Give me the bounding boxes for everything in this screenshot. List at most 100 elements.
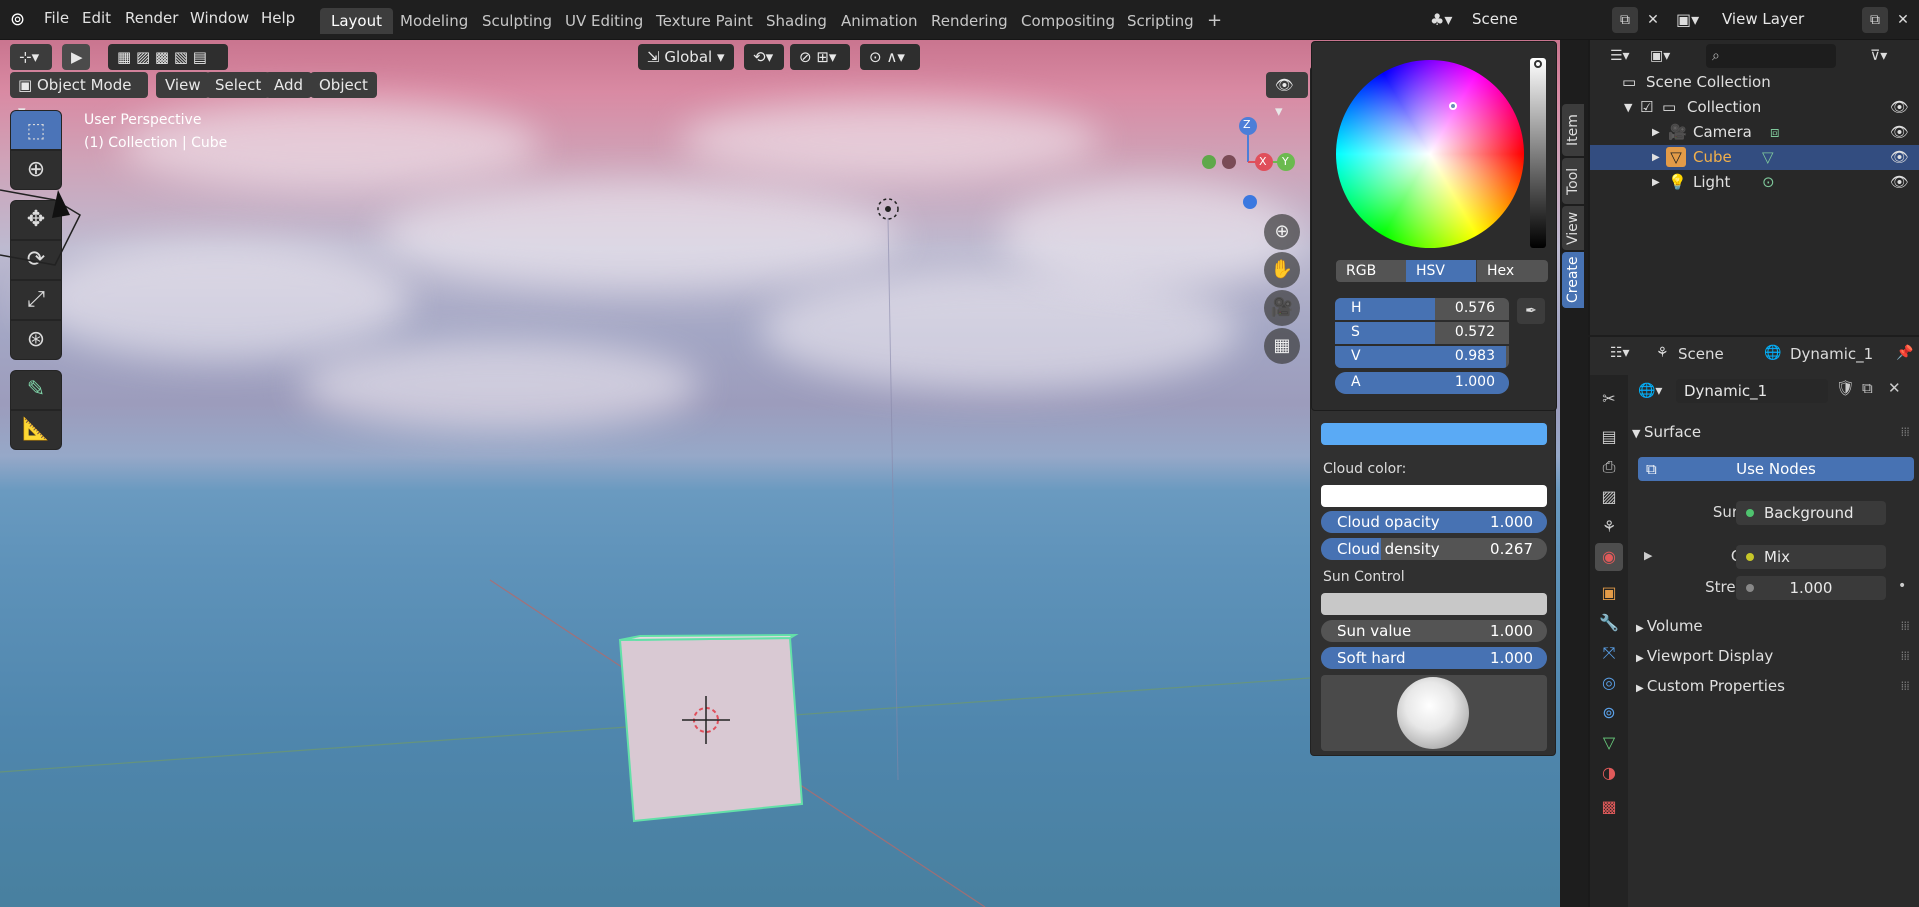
outliner-row-scene-collection[interactable]: ▭ Scene Collection bbox=[1590, 70, 1919, 95]
sidebar-tab-tool[interactable]: Tool bbox=[1562, 158, 1584, 204]
drag-handle-icon[interactable]: ⁞⁞⁞ bbox=[1901, 679, 1911, 693]
add-workspace-button[interactable]: + bbox=[1196, 8, 1233, 34]
custom-properties-section-header[interactable]: ▶ Custom Properties bbox=[1636, 677, 1785, 695]
world-browse-icon[interactable]: 🌐▾ bbox=[1638, 379, 1670, 403]
render-properties-icon[interactable]: ▤ bbox=[1595, 423, 1623, 451]
hue-saturation-wheel[interactable] bbox=[1336, 60, 1524, 248]
tab-animation[interactable]: Animation bbox=[830, 8, 928, 34]
sidebar-tab-view[interactable]: View bbox=[1562, 206, 1584, 250]
menu-file[interactable]: File bbox=[44, 9, 69, 27]
physics-properties-icon[interactable]: ◎ bbox=[1595, 669, 1623, 697]
navigation-gizmo[interactable]: Z X Y bbox=[1200, 114, 1310, 214]
view-layer-icon[interactable]: ▣▾ bbox=[1676, 8, 1710, 32]
hue-slider[interactable]: H 0.576 bbox=[1335, 298, 1509, 320]
value-slider[interactable]: V 0.983 bbox=[1335, 346, 1509, 368]
menu-edit[interactable]: Edit bbox=[82, 9, 111, 27]
object-properties-icon[interactable]: ▣ bbox=[1595, 579, 1623, 607]
expand-arrow-icon[interactable]: ▼ bbox=[1624, 95, 1632, 120]
mesh-data-icon[interactable]: ▽ bbox=[1762, 145, 1774, 170]
output-properties-icon[interactable]: ⎙ bbox=[1595, 453, 1623, 481]
new-scene-icon[interactable]: ⧉ bbox=[1612, 7, 1638, 33]
light-data-icon[interactable]: ⊙ bbox=[1762, 170, 1775, 195]
checkbox-icon[interactable]: ☑ bbox=[1640, 95, 1653, 120]
soft-hard-slider[interactable]: Soft hard 1.000 bbox=[1321, 647, 1547, 669]
drag-handle-icon[interactable]: ⁞⁞⁞ bbox=[1901, 619, 1911, 633]
tab-compositing[interactable]: Compositing bbox=[1010, 8, 1126, 34]
color-wheel-cursor[interactable] bbox=[1449, 102, 1457, 110]
sky-color-swatch[interactable] bbox=[1321, 423, 1547, 445]
camera-data-icon[interactable]: ⧈ bbox=[1770, 120, 1780, 145]
properties-world-name[interactable]: Dynamic_1 bbox=[1790, 345, 1873, 363]
color-input-field[interactable]: Mix bbox=[1736, 545, 1886, 569]
outliner-search-input[interactable]: ⌕ bbox=[1706, 44, 1836, 68]
camera-view-icon[interactable]: 🎥 bbox=[1264, 290, 1300, 326]
fake-user-shield-icon[interactable]: 🛡 bbox=[1836, 379, 1855, 397]
menu-help[interactable]: Help bbox=[261, 9, 295, 27]
expand-arrow-icon[interactable]: ▶ bbox=[1652, 145, 1660, 170]
view-layer-properties-icon[interactable]: ▨ bbox=[1595, 483, 1623, 511]
expand-arrow-icon[interactable]: ▶ bbox=[1652, 120, 1660, 145]
drag-handle-icon[interactable]: ⁞⁞⁞ bbox=[1901, 425, 1911, 439]
world-name-field[interactable]: Dynamic_1 bbox=[1676, 379, 1828, 403]
constraint-properties-icon[interactable]: ⊚ bbox=[1595, 699, 1623, 727]
unlink-world-icon[interactable]: ✕ bbox=[1888, 379, 1901, 397]
pin-icon[interactable]: 📌 bbox=[1896, 345, 1913, 361]
close-scene-icon[interactable]: ✕ bbox=[1640, 7, 1666, 33]
outliner-row-collection[interactable]: ▼ ☑ ▭ Collection 👁 bbox=[1590, 95, 1919, 120]
tab-scripting[interactable]: Scripting bbox=[1116, 8, 1205, 34]
data-properties-icon[interactable]: ▽ bbox=[1595, 729, 1623, 757]
sidebar-tab-create[interactable]: Create bbox=[1562, 252, 1584, 308]
blender-logo-icon[interactable]: ⊚ bbox=[10, 9, 32, 31]
ortho-grid-icon[interactable]: ▦ bbox=[1264, 328, 1300, 364]
sun-color-swatch[interactable] bbox=[1321, 593, 1547, 615]
color-expand-arrow-icon[interactable]: ▶ bbox=[1644, 549, 1652, 562]
particle-properties-icon[interactable]: ⤧ bbox=[1595, 639, 1623, 667]
tool-settings-icon[interactable]: ✂ bbox=[1595, 385, 1623, 413]
material-properties-icon[interactable]: ◑ bbox=[1595, 759, 1623, 787]
sun-value-slider[interactable]: Sun value 1.000 bbox=[1321, 620, 1547, 642]
sidebar-tab-item[interactable]: Item bbox=[1562, 104, 1584, 156]
modifier-properties-icon[interactable]: 🔧 bbox=[1595, 609, 1623, 637]
mode-tab-hsv[interactable]: HSV bbox=[1406, 260, 1476, 282]
value-slider-bar[interactable] bbox=[1530, 58, 1546, 248]
cloud-color-swatch[interactable] bbox=[1321, 485, 1547, 507]
volume-section-header[interactable]: ▶ Volume bbox=[1636, 617, 1703, 635]
outliner-row-cube[interactable]: ▶ ▽ Cube ▽ 👁 bbox=[1590, 145, 1919, 170]
eye-icon[interactable]: 👁 bbox=[1890, 120, 1909, 145]
alpha-slider[interactable]: A 1.000 bbox=[1335, 372, 1509, 394]
zoom-icon[interactable]: ⊕ bbox=[1264, 214, 1300, 250]
eye-icon[interactable]: 👁 bbox=[1890, 95, 1909, 120]
viewport-display-section-header[interactable]: ▶ Viewport Display bbox=[1636, 647, 1773, 665]
close-view-layer-icon[interactable]: ✕ bbox=[1890, 7, 1916, 33]
tab-shading[interactable]: Shading bbox=[755, 8, 838, 34]
3d-viewport[interactable]: ⊹▾ ▶ ▦ ▨ ▩ ▧ ▤ ⇲ Global ▾ ⟲▾ ⊘ ⊞▾ ⊙ ∧▾ ▣… bbox=[0, 40, 1560, 907]
filter-icon[interactable]: ⊽▾ bbox=[1870, 44, 1910, 68]
saturation-slider[interactable]: S 0.572 bbox=[1335, 322, 1509, 344]
use-nodes-button[interactable]: ⧉ Use Nodes bbox=[1638, 457, 1914, 481]
tab-uv-editing[interactable]: UV Editing bbox=[554, 8, 654, 34]
value-slider-handle[interactable] bbox=[1534, 60, 1542, 68]
texture-properties-icon[interactable]: ▩ bbox=[1595, 793, 1623, 821]
eye-icon[interactable]: 👁 bbox=[1890, 170, 1909, 195]
display-mode-icon[interactable]: ▣▾ bbox=[1650, 44, 1684, 68]
properties-scene-name[interactable]: Scene bbox=[1678, 345, 1724, 363]
mode-tab-hex[interactable]: Hex bbox=[1476, 260, 1548, 282]
cloud-density-slider[interactable]: Cloud density 0.267 bbox=[1321, 538, 1547, 560]
tab-modeling[interactable]: Modeling bbox=[389, 8, 479, 34]
menu-render[interactable]: Render bbox=[125, 9, 178, 27]
scene-selector-icon[interactable]: ♣▾ bbox=[1430, 8, 1464, 32]
duplicate-world-icon[interactable]: ⧉ bbox=[1862, 379, 1873, 397]
pan-hand-icon[interactable]: ✋ bbox=[1264, 252, 1300, 288]
drag-handle-icon[interactable]: ⁞⁞⁞ bbox=[1901, 649, 1911, 663]
surface-shader-field[interactable]: Background bbox=[1736, 501, 1886, 525]
mode-tab-rgb[interactable]: RGB bbox=[1336, 260, 1406, 282]
eye-icon[interactable]: 👁 bbox=[1890, 145, 1909, 170]
tab-layout[interactable]: Layout bbox=[320, 8, 393, 34]
keyframe-dot-icon[interactable]: • bbox=[1898, 578, 1906, 594]
tab-rendering[interactable]: Rendering bbox=[920, 8, 1019, 34]
world-properties-icon[interactable]: ◉ bbox=[1595, 543, 1623, 571]
scene-properties-icon[interactable]: ⚘ bbox=[1595, 513, 1623, 541]
tab-sculpting[interactable]: Sculpting bbox=[471, 8, 563, 34]
surface-section-header[interactable]: ▼ Surface bbox=[1632, 423, 1701, 441]
scene-name-field[interactable]: Scene bbox=[1462, 7, 1612, 33]
